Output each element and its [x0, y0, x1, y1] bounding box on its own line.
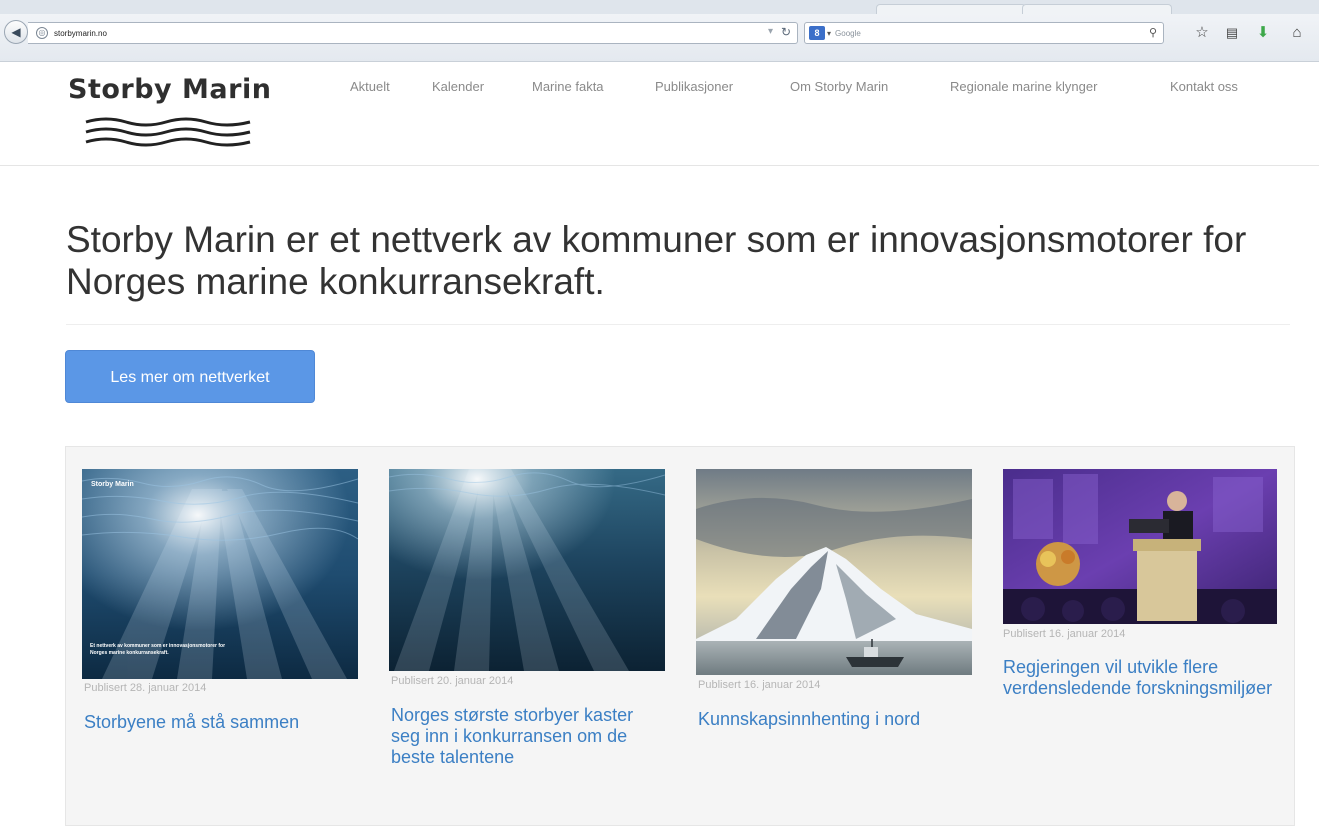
- search-input[interactable]: Google: [835, 29, 861, 38]
- browser-tab[interactable]: [876, 4, 1026, 14]
- speaker-podium-image: [1003, 469, 1277, 624]
- hero-title: Storby Marin er et nettverk av kommuner …: [66, 219, 1247, 302]
- tab-strip: [0, 0, 1319, 14]
- nav-kalender[interactable]: Kalender: [432, 79, 484, 94]
- home-icon[interactable]: ⌂: [1288, 24, 1306, 42]
- nav-publikasjoner[interactable]: Publikasjoner: [655, 79, 733, 94]
- news-title[interactable]: Kunnskapsinnhenting i nord: [698, 709, 974, 730]
- publish-date: Publisert 16. januar 2014: [698, 679, 821, 691]
- news-image[interactable]: [1003, 469, 1277, 624]
- nav-kontakt-oss[interactable]: Kontakt oss: [1170, 79, 1238, 94]
- nav-marine-fakta[interactable]: Marine fakta: [532, 79, 604, 94]
- back-button[interactable]: ◀: [4, 20, 28, 44]
- site-header: Storby Marin Aktuelt Kalender Marine fak…: [0, 63, 1319, 166]
- publish-date: Publisert 28. januar 2014: [84, 682, 207, 694]
- url-dropdown-icon[interactable]: ▾: [768, 26, 773, 37]
- google-icon[interactable]: 8: [809, 26, 825, 40]
- news-title[interactable]: Storbyene må stå sammen: [84, 712, 360, 733]
- nav-om-storby-marin[interactable]: Om Storby Marin: [790, 79, 888, 94]
- divider: [66, 324, 1290, 325]
- nav-regionale-marine-klynger[interactable]: Regionale marine klynger: [950, 79, 1097, 94]
- back-arrow-icon: ◀: [11, 25, 21, 39]
- logo-text: Storby Marin: [68, 74, 272, 105]
- search-icon[interactable]: ⚲: [1149, 26, 1157, 39]
- search-bar[interactable]: 8 ▾ Google ⚲: [804, 22, 1164, 44]
- read-more-button[interactable]: Les mer om nettverket: [65, 350, 315, 403]
- globe-icon: ◎: [36, 27, 48, 39]
- news-image[interactable]: [389, 469, 665, 671]
- url-text[interactable]: storbymarin.no: [54, 29, 107, 38]
- news-image[interactable]: Storby Marin Et nettverk av kommuner som…: [82, 469, 358, 679]
- publish-date: Publisert 16. januar 2014: [1003, 628, 1126, 640]
- reload-icon[interactable]: ↻: [781, 25, 791, 39]
- waves-icon: [85, 117, 251, 147]
- browser-toolbar: ◀ ◎ storbymarin.no ▾ ↻ 8 ▾ Google ⚲ ☆ ▤ …: [0, 0, 1319, 62]
- browser-tab[interactable]: [1022, 4, 1172, 14]
- news-cards: Storby Marin Et nettverk av kommuner som…: [65, 446, 1295, 826]
- news-title[interactable]: Regjeringen vil utvikle flere verdensled…: [1003, 657, 1279, 699]
- image-caption-text: Et nettverk av kommuner som er innovasjo…: [90, 643, 226, 656]
- url-bar[interactable]: ◎ storbymarin.no ▾ ↻: [28, 22, 798, 44]
- image-caption-title: Storby Marin: [91, 481, 134, 488]
- nav-aktuelt[interactable]: Aktuelt: [350, 79, 390, 94]
- arctic-mountain-image: [696, 469, 972, 675]
- download-icon[interactable]: ⬇: [1254, 24, 1272, 42]
- chevron-down-icon[interactable]: ▾: [827, 29, 831, 38]
- site-logo[interactable]: Storby Marin: [68, 74, 288, 154]
- bookmarks-icon[interactable]: ▤: [1223, 24, 1241, 42]
- publish-date: Publisert 20. januar 2014: [391, 675, 514, 687]
- star-icon[interactable]: ☆: [1193, 24, 1211, 42]
- news-image[interactable]: [696, 469, 972, 675]
- news-title[interactable]: Norges største storbyer kaster seg inn i…: [391, 705, 667, 768]
- underwater-image: [389, 469, 665, 671]
